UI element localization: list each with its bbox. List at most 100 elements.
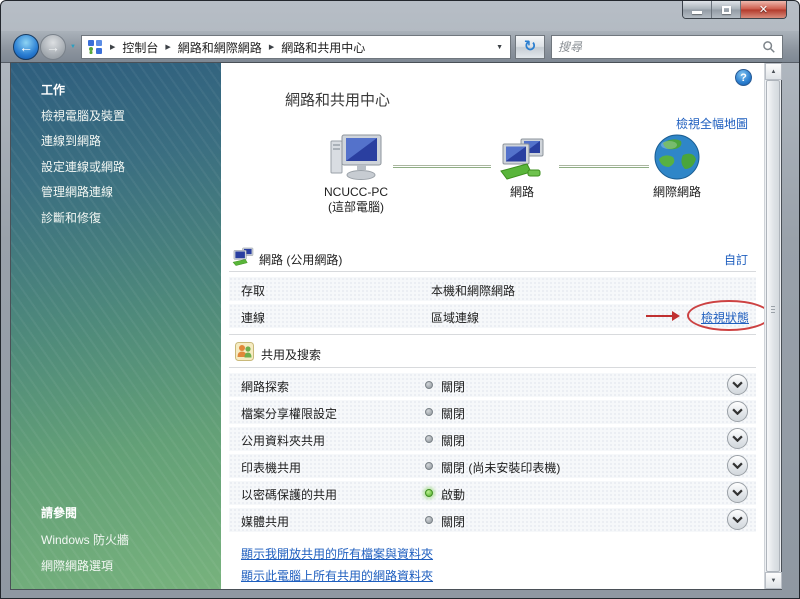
expand-button[interactable] bbox=[727, 455, 748, 476]
computer-name: NCUCC-PC bbox=[301, 185, 411, 200]
tasks-header: 工作 bbox=[41, 81, 65, 98]
back-button[interactable]: ← bbox=[13, 34, 39, 60]
expand-button[interactable] bbox=[727, 401, 748, 422]
status-off-dot bbox=[425, 462, 433, 470]
connection-value: 區域連線 bbox=[431, 309, 479, 326]
sharing-row-network-discovery: 網路探索 關閉 bbox=[229, 373, 756, 397]
map-connection-line bbox=[393, 165, 491, 168]
expand-button[interactable] bbox=[727, 428, 748, 449]
refresh-icon: ↻ bbox=[524, 38, 537, 55]
window-controls: ✕ bbox=[682, 1, 787, 19]
address-breadcrumb[interactable]: ▶ 控制台 ▶ 網路和網際網路 ▶ 網路和共用中心 ▼ bbox=[81, 35, 511, 59]
sidebar-item-view-computers[interactable]: 檢視電腦及裝置 bbox=[41, 107, 125, 124]
scrollbar-thumb[interactable] bbox=[766, 80, 780, 572]
divider bbox=[229, 367, 756, 368]
internet-globe-icon[interactable] bbox=[653, 133, 701, 181]
row-status-text: 關閉 bbox=[441, 513, 465, 530]
navigation-toolbar: ← → ▼ ▶ 控制台 ▶ 網路和網際網路 ▶ 網路和共用中心 ▼ ↻ bbox=[1, 31, 799, 63]
vertical-scrollbar[interactable]: ▲ ▼ bbox=[764, 63, 781, 589]
expand-button[interactable] bbox=[727, 509, 748, 530]
recent-pages-dropdown[interactable]: ▼ bbox=[70, 44, 76, 50]
chevron-down-icon bbox=[732, 462, 743, 469]
sharing-row-password-protected: 以密碼保護的共用 啟動 bbox=[229, 481, 756, 505]
sharing-section-icon bbox=[235, 342, 254, 361]
customize-link[interactable]: 自訂 bbox=[724, 251, 748, 268]
row-status-text: 關閉 (尚未安裝印表機) bbox=[441, 459, 560, 476]
network-places-icon bbox=[87, 39, 103, 55]
forward-button[interactable]: → bbox=[40, 34, 66, 60]
row-label: 檔案分享權限設定 bbox=[241, 405, 337, 422]
refresh-button[interactable]: ↻ bbox=[515, 35, 545, 59]
breadcrumb-separator-icon: ▶ bbox=[165, 43, 170, 51]
close-button[interactable]: ✕ bbox=[741, 1, 786, 18]
status-off-dot bbox=[425, 381, 433, 389]
address-dropdown-icon[interactable]: ▼ bbox=[496, 44, 505, 51]
row-status-text: 關閉 bbox=[441, 378, 465, 395]
minimize-button[interactable] bbox=[683, 1, 712, 18]
computer-sublabel: (這部電腦) bbox=[301, 200, 411, 215]
row-label: 媒體共用 bbox=[241, 513, 289, 530]
internet-node-label: 網際網路 bbox=[637, 185, 717, 200]
maximize-icon bbox=[722, 6, 731, 14]
row-label: 網路探索 bbox=[241, 378, 289, 395]
search-box bbox=[551, 35, 783, 59]
sidebar-item-manage-connections[interactable]: 管理網路連線 bbox=[41, 183, 113, 200]
network-icon[interactable] bbox=[497, 137, 547, 185]
access-label: 存取 bbox=[241, 282, 265, 299]
page-title: 網路和共用中心 bbox=[285, 89, 390, 110]
this-computer-icon[interactable] bbox=[329, 133, 383, 185]
row-label: 印表機共用 bbox=[241, 459, 301, 476]
network-section-title: 網路 (公用網路) bbox=[259, 251, 342, 268]
chevron-down-icon bbox=[732, 381, 743, 388]
search-input[interactable] bbox=[558, 40, 762, 54]
close-icon: ✕ bbox=[759, 3, 768, 16]
tasks-sidebar: 工作 檢視電腦及裝置 連線到網路 設定連線或網路 管理網路連線 診斷和修復 請參… bbox=[11, 63, 221, 589]
sharing-section-title: 共用及搜索 bbox=[261, 346, 321, 363]
back-arrow-icon: ← bbox=[19, 39, 33, 55]
breadcrumb-network-internet[interactable]: 網路和網際網路 bbox=[178, 39, 262, 56]
title-bar[interactable]: ✕ bbox=[1, 1, 799, 31]
breadcrumb-network-sharing-center[interactable]: 網路和共用中心 bbox=[281, 39, 365, 56]
scroll-down-button[interactable]: ▼ bbox=[765, 572, 782, 589]
sidebar-item-setup-connection[interactable]: 設定連線或網路 bbox=[41, 158, 125, 175]
divider bbox=[229, 334, 756, 335]
chevron-down-icon bbox=[732, 516, 743, 523]
search-icon bbox=[762, 40, 776, 54]
network-node-label: 網路 bbox=[483, 185, 561, 200]
computer-name-label: NCUCC-PC (這部電腦) bbox=[301, 185, 411, 215]
sharing-row-public-folder: 公用資料夾共用 關閉 bbox=[229, 427, 756, 451]
show-shared-folders-link[interactable]: 顯示此電腦上所有共用的網路資料夾 bbox=[241, 567, 433, 584]
sidebar-item-windows-firewall[interactable]: Windows 防火牆 bbox=[41, 531, 129, 548]
scroll-up-button[interactable]: ▲ bbox=[765, 63, 782, 80]
status-off-dot bbox=[425, 408, 433, 416]
view-status-link[interactable]: 檢視狀態 bbox=[701, 309, 749, 326]
sharing-row-media-sharing: 媒體共用 關閉 bbox=[229, 508, 756, 532]
scrollbar-grip-icon bbox=[771, 306, 775, 314]
status-off-dot bbox=[425, 435, 433, 443]
map-connection-line bbox=[559, 165, 649, 168]
row-label: 公用資料夾共用 bbox=[241, 432, 325, 449]
sidebar-item-connect-network[interactable]: 連線到網路 bbox=[41, 132, 101, 149]
connection-label: 連線 bbox=[241, 309, 265, 326]
maximize-button[interactable] bbox=[712, 1, 741, 18]
status-off-dot bbox=[425, 516, 433, 524]
annotation-arrow-icon bbox=[645, 310, 681, 322]
breadcrumb-separator-icon: ▶ bbox=[269, 43, 274, 51]
sidebar-item-internet-options[interactable]: 網際網路選項 bbox=[41, 557, 113, 574]
view-full-map-link[interactable]: 檢視全幅地圖 bbox=[676, 115, 748, 132]
show-shared-files-link[interactable]: 顯示我開放共用的所有檔案與資料夾 bbox=[241, 545, 433, 562]
sidebar-item-diagnose-repair[interactable]: 診斷和修復 bbox=[41, 209, 101, 226]
minimize-icon bbox=[692, 11, 702, 14]
expand-button[interactable] bbox=[727, 482, 748, 503]
row-status-text: 啟動 bbox=[441, 486, 465, 503]
chevron-down-icon bbox=[732, 435, 743, 442]
help-button[interactable]: ? bbox=[735, 69, 752, 86]
vista-window: ✕ ← → ▼ ▶ 控制台 ▶ 網路和網際網路 ▶ 網路和共用中心 ▼ ↻ bbox=[0, 0, 800, 599]
sharing-row-printer-sharing: 印表機共用 關閉 (尚未安裝印表機) bbox=[229, 454, 756, 478]
expand-button[interactable] bbox=[727, 374, 748, 395]
chevron-down-icon bbox=[732, 489, 743, 496]
breadcrumb-control-panel[interactable]: 控制台 bbox=[122, 39, 158, 56]
status-on-dot bbox=[425, 489, 433, 497]
row-label: 以密碼保護的共用 bbox=[241, 486, 337, 503]
divider bbox=[229, 271, 756, 272]
